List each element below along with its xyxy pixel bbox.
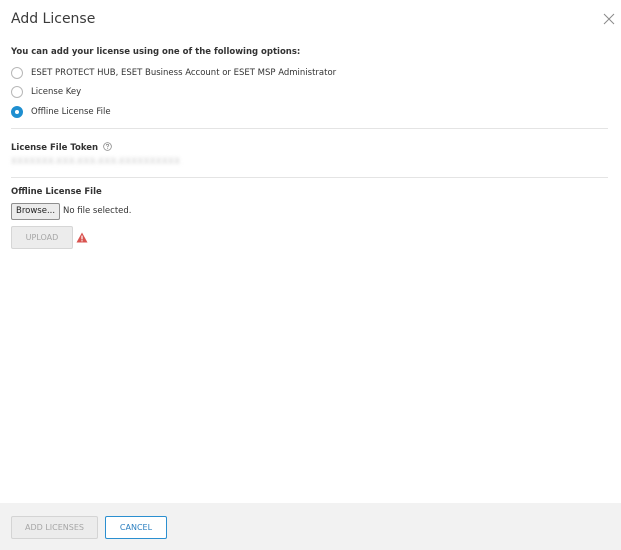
options-intro: You can add your license using one of th… xyxy=(11,47,301,57)
cancel-button[interactable]: CANCEL xyxy=(105,516,167,539)
offline-file-label: Offline License File xyxy=(11,187,102,197)
option-offline-license-file[interactable]: Offline License File xyxy=(11,105,111,119)
warning-icon xyxy=(76,232,88,243)
close-icon[interactable] xyxy=(601,11,617,27)
radio-eset-hub[interactable] xyxy=(11,67,23,79)
option-license-key[interactable]: License Key xyxy=(11,85,81,99)
section-divider xyxy=(11,128,608,129)
option-offline-license-file-label: Offline License File xyxy=(31,107,111,117)
browse-button[interactable]: Browse... xyxy=(11,203,61,220)
file-status: No file selected. xyxy=(63,206,132,216)
option-eset-hub[interactable]: ESET PROTECT HUB, ESET Business Account … xyxy=(11,66,336,80)
radio-license-key[interactable] xyxy=(11,86,23,98)
radio-offline-license-file[interactable] xyxy=(11,106,23,118)
upload-button[interactable]: UPLOAD xyxy=(11,226,73,249)
token-field-label: License File Token xyxy=(11,142,112,153)
license-token-value: XXXXXXX-XXX-XXX-XXX-XXXXXXXXXX xyxy=(11,157,181,167)
add-licenses-button[interactable]: ADD LICENSES xyxy=(11,516,98,539)
section-divider xyxy=(11,177,608,178)
option-license-key-label: License Key xyxy=(31,87,82,97)
help-icon[interactable] xyxy=(103,142,112,151)
option-eset-hub-label: ESET PROTECT HUB, ESET Business Account … xyxy=(31,68,337,78)
dialog-title: Add License xyxy=(11,11,96,27)
token-label-text: License File Token xyxy=(11,143,99,153)
